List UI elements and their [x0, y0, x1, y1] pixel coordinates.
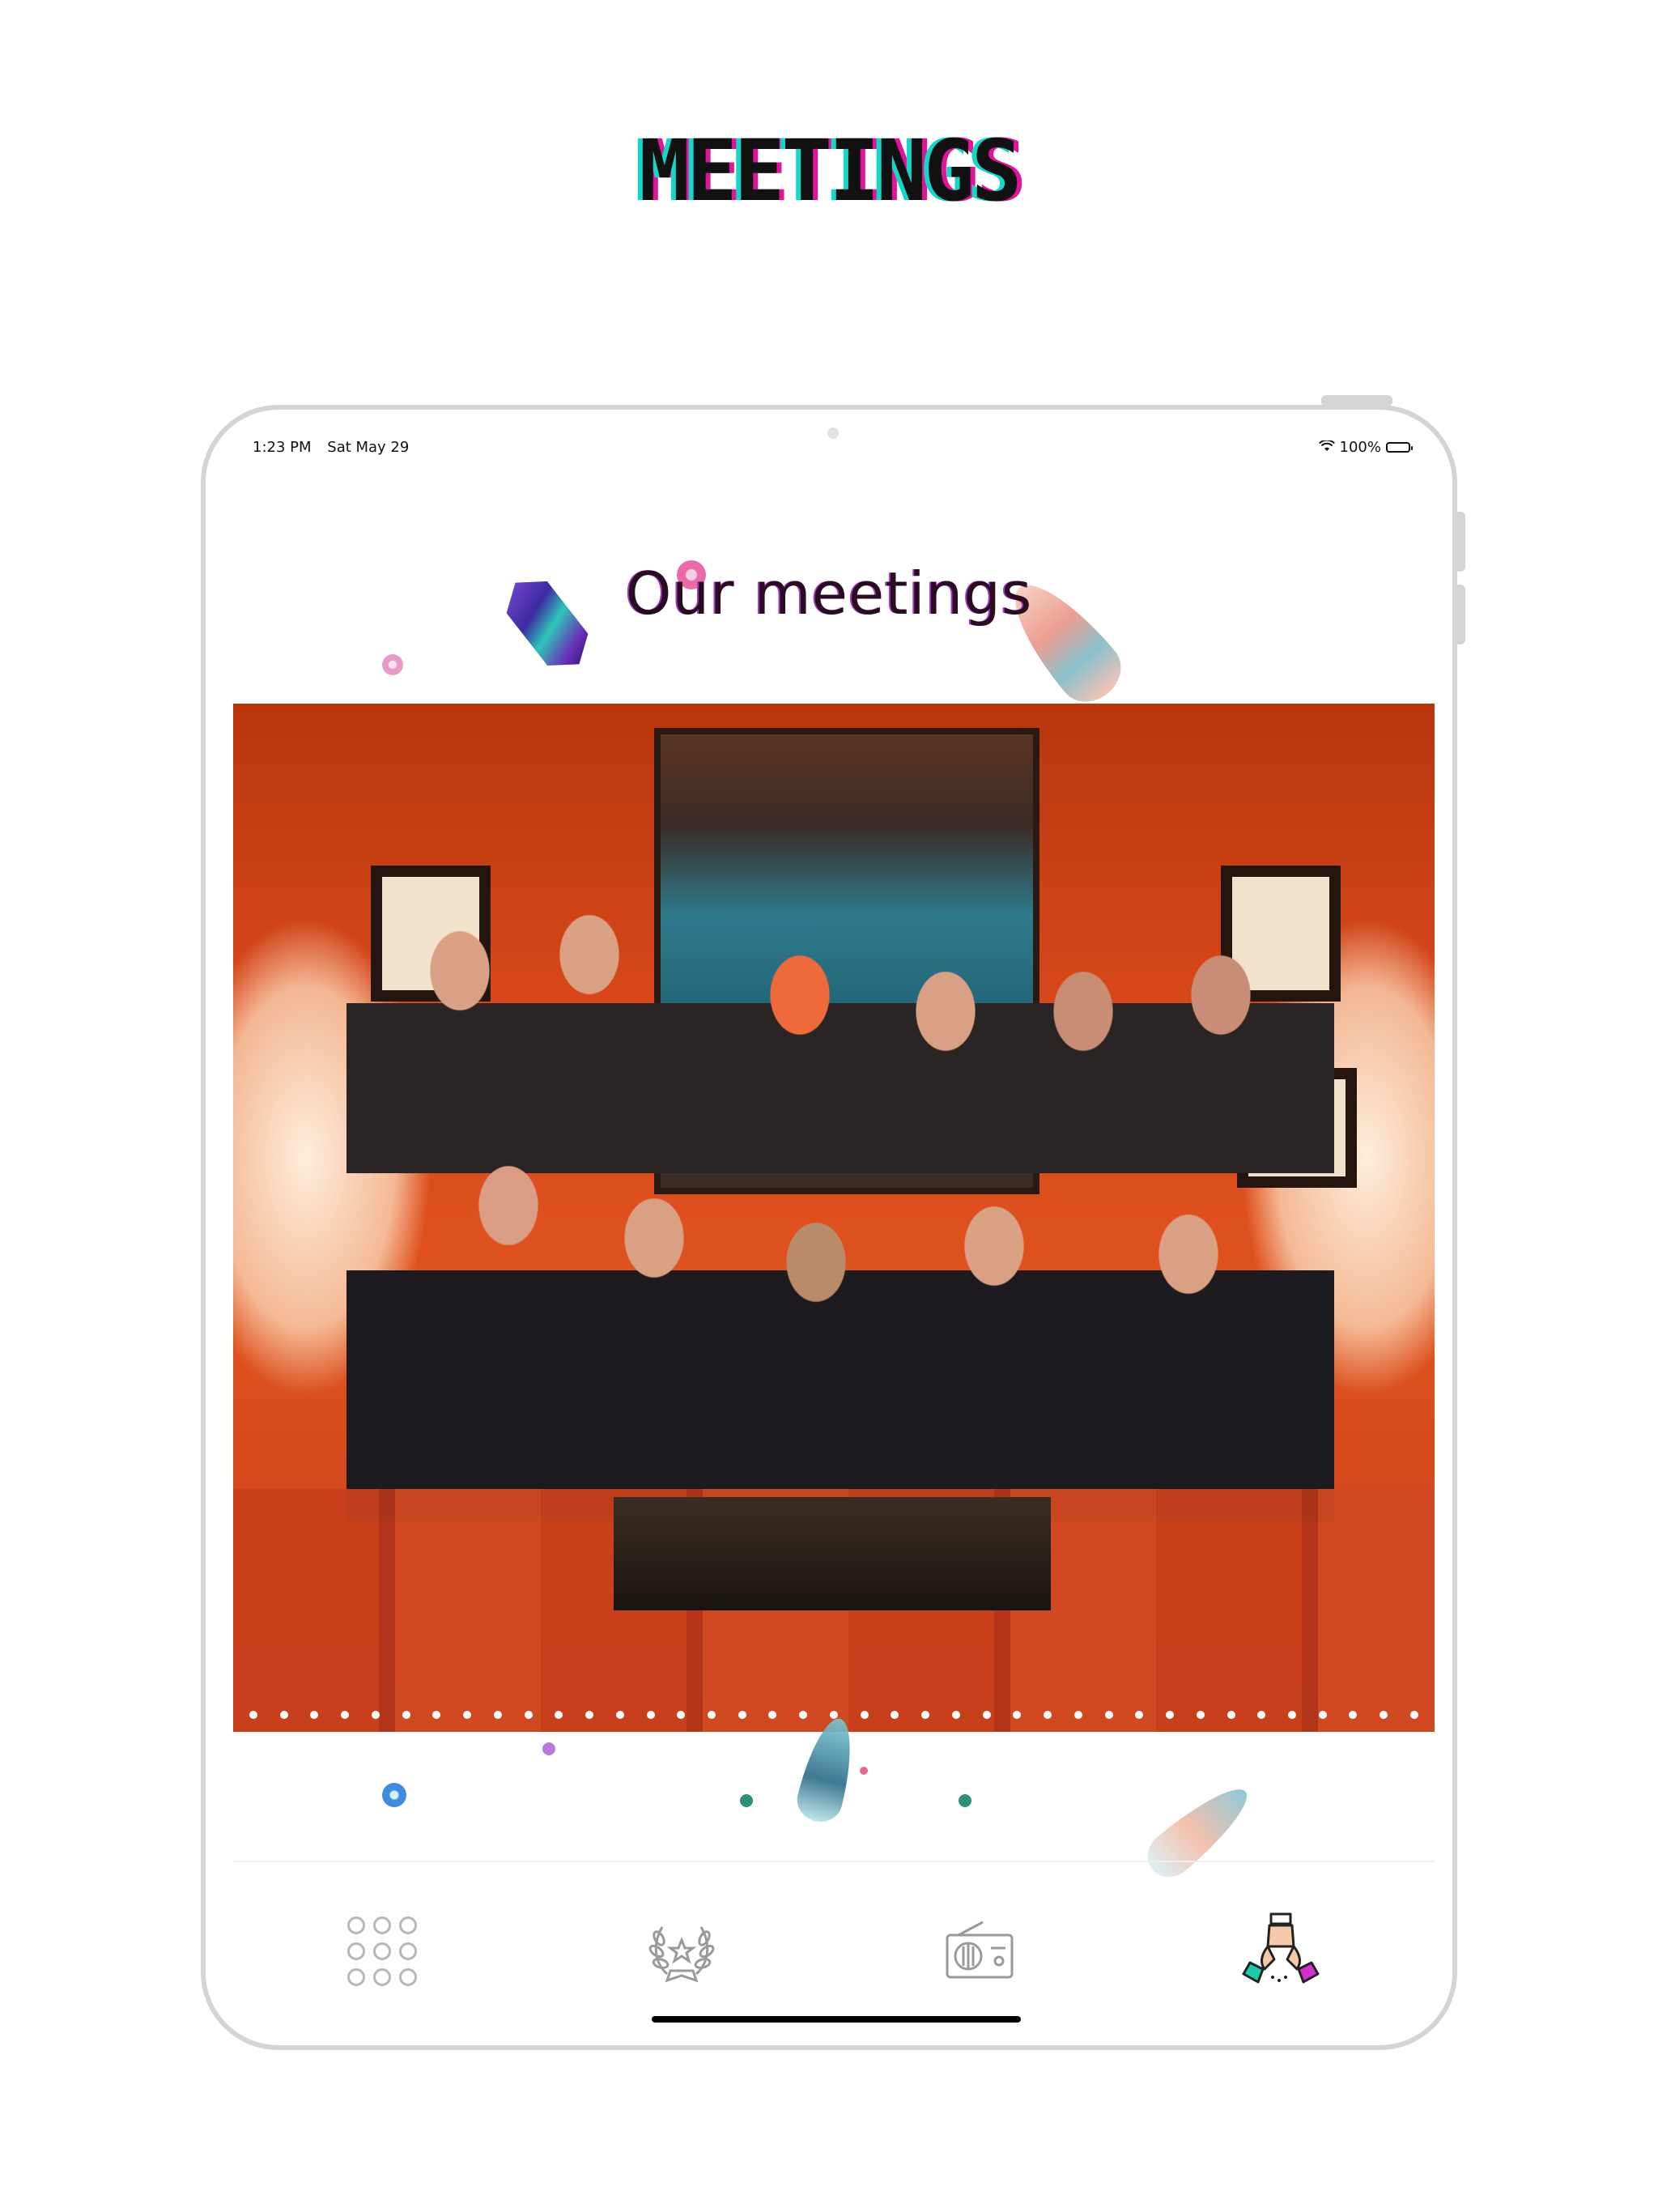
flower-decoration-icon [382, 654, 403, 675]
tab-bar-divider [233, 1861, 1435, 1862]
carousel-page-dot[interactable] [463, 1711, 472, 1719]
carousel-page-dot[interactable] [1257, 1711, 1266, 1719]
carousel-page-dot[interactable] [1135, 1711, 1144, 1719]
carousel-page-dot[interactable] [982, 1711, 991, 1719]
tab-meetings[interactable] [1242, 1912, 1320, 1990]
carousel-page-dot[interactable] [1380, 1711, 1388, 1719]
carousel-page-indicator[interactable] [233, 1711, 1435, 1719]
carousel-page-dot[interactable] [1044, 1711, 1052, 1719]
carousel-page-dot[interactable] [799, 1711, 808, 1719]
feather-decoration-icon [1138, 1775, 1260, 1887]
carousel-page-dot[interactable] [829, 1711, 838, 1719]
carousel-page-dot[interactable] [891, 1711, 899, 1719]
carousel-page-dot[interactable] [768, 1711, 777, 1719]
carousel-page-dot[interactable] [860, 1711, 869, 1719]
carousel-page-dot[interactable] [310, 1711, 319, 1719]
carousel-page-dot[interactable] [493, 1711, 502, 1719]
carousel-page-dot[interactable] [1226, 1711, 1235, 1719]
home-indicator [652, 2016, 1021, 2023]
carousel-page-dot[interactable] [646, 1711, 655, 1719]
wifi-icon [1318, 439, 1335, 456]
carousel-page-dot[interactable] [1409, 1711, 1418, 1719]
camera-dot [827, 428, 839, 439]
bead-decoration [860, 1767, 868, 1775]
ipad-device: 1:23 PM Sat May 29 100% Our meetings [201, 405, 1457, 2050]
bead-decoration [959, 1794, 971, 1807]
carousel-page-dot[interactable] [341, 1711, 350, 1719]
bead-decoration [542, 1742, 555, 1755]
tab-awards[interactable] [643, 1912, 721, 1990]
headline: MEETINGS [639, 121, 1022, 220]
carousel-page-dot[interactable] [1013, 1711, 1022, 1719]
carousel-page-dot[interactable] [677, 1711, 686, 1719]
bead-decoration [740, 1794, 753, 1807]
page-title: Our meetings [625, 559, 1033, 627]
laurel-wreath-icon [643, 1911, 721, 1992]
carousel-page-dot[interactable] [524, 1711, 533, 1719]
battery-icon [1386, 442, 1413, 453]
status-time: 1:23 PM [253, 439, 312, 456]
carousel-page-dot[interactable] [615, 1711, 624, 1719]
radio-icon [941, 1911, 1018, 1992]
carousel-page-dot[interactable] [1104, 1711, 1113, 1719]
carousel-page-dot[interactable] [432, 1711, 441, 1719]
carousel-page-dot[interactable] [1318, 1711, 1327, 1719]
meeting-photo-carousel[interactable] [233, 704, 1435, 1732]
status-bar-left: 1:23 PM Sat May 29 [253, 439, 420, 456]
tab-grid-menu[interactable] [343, 1912, 421, 1990]
carousel-page-dot[interactable] [1196, 1711, 1205, 1719]
group-of-people [346, 906, 1334, 1521]
carousel-page-dot[interactable] [738, 1711, 746, 1719]
flower-decoration-icon [382, 1783, 406, 1807]
grid-dots-icon [347, 1916, 417, 1986]
carousel-page-dot[interactable] [555, 1711, 563, 1719]
carousel-page-dot[interactable] [585, 1711, 594, 1719]
carousel-page-dot[interactable] [402, 1711, 410, 1719]
carousel-page-dot[interactable] [1287, 1711, 1296, 1719]
status-bar-right: 100% [1318, 439, 1413, 456]
carousel-page-dot[interactable] [951, 1711, 960, 1719]
carousel-page-dot[interactable] [708, 1711, 716, 1719]
carousel-page-dot[interactable] [1349, 1711, 1358, 1719]
carousel-page-dot[interactable] [371, 1711, 380, 1719]
carousel-page-dot[interactable] [921, 1711, 930, 1719]
tab-radio[interactable] [941, 1912, 1018, 1990]
carousel-page-dot[interactable] [1166, 1711, 1175, 1719]
carousel-page-dot[interactable] [1073, 1711, 1082, 1719]
status-date: Sat May 29 [327, 439, 410, 456]
carousel-page-dot[interactable] [279, 1711, 288, 1719]
carousel-page-dot[interactable] [249, 1711, 257, 1719]
holding-hands-icon [1240, 1909, 1321, 1993]
battery-percent: 100% [1339, 439, 1381, 456]
photo-tea-table [614, 1497, 1051, 1610]
